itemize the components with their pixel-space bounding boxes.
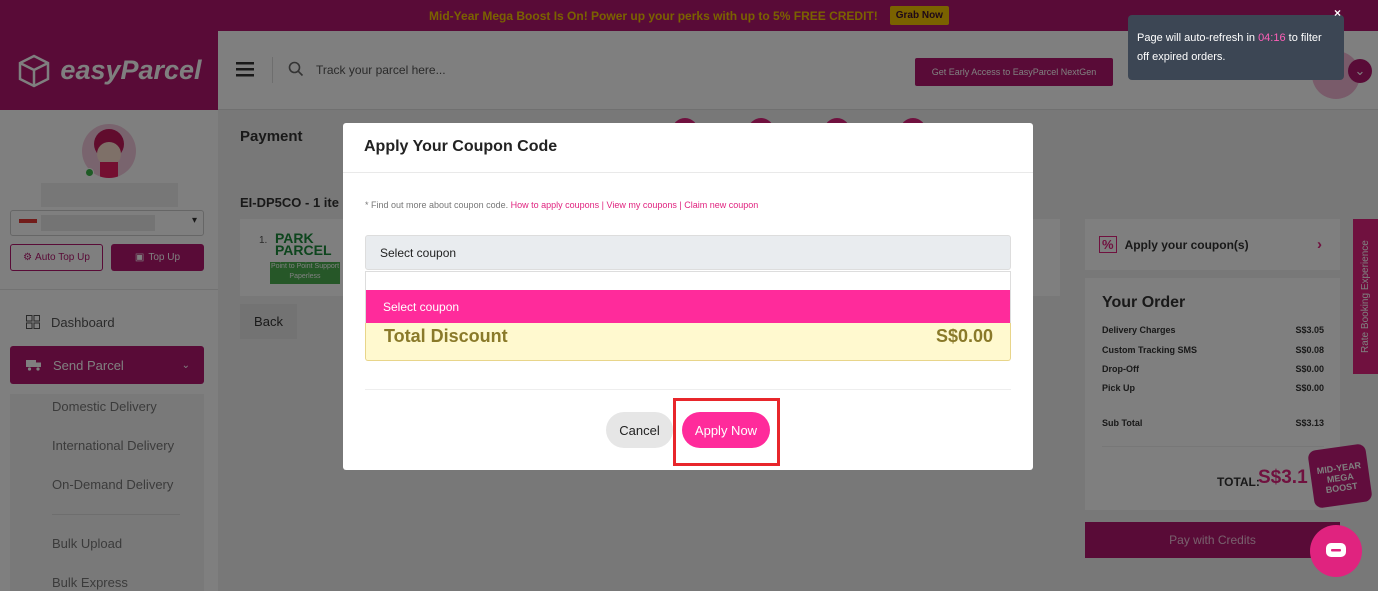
- modal-header: Apply Your Coupon Code: [343, 123, 1033, 173]
- coupon-modal: Apply Your Coupon Code * Find out more a…: [343, 123, 1033, 470]
- coupon-dropdown: Select coupon: [365, 271, 1011, 323]
- highlight-box: [673, 398, 780, 466]
- claim-new-coupon-link[interactable]: Claim new coupon: [684, 200, 758, 210]
- how-to-apply-coupons-link[interactable]: How to apply coupons: [511, 200, 600, 210]
- dropdown-option-select-coupon[interactable]: Select coupon: [366, 290, 1010, 323]
- chat-button[interactable]: [1310, 525, 1362, 577]
- chat-icon: [1326, 543, 1346, 557]
- total-discount-value: S$0.00: [935, 326, 993, 346]
- total-discount-label: Total Discount: [384, 326, 508, 346]
- coupon-select[interactable]: Select coupon: [365, 235, 1011, 270]
- link-separator: |: [599, 200, 607, 210]
- close-icon[interactable]: ×: [1334, 6, 1341, 20]
- toast-text: Page will auto-refresh in: [1137, 32, 1259, 44]
- note-text: * Find out more about coupon code.: [365, 200, 511, 210]
- coupon-help-note: * Find out more about coupon code. How t…: [365, 200, 758, 210]
- toast-countdown: 04:16: [1258, 32, 1286, 44]
- divider: [365, 389, 1011, 390]
- view-my-coupons-link[interactable]: View my coupons: [607, 200, 677, 210]
- cancel-button[interactable]: Cancel: [606, 412, 673, 448]
- total-discount-box: Total Discount S$0.00: [365, 323, 1011, 361]
- auto-refresh-toast: Page will auto-refresh in 04:16 to filte…: [1128, 15, 1344, 80]
- modal-title: Apply Your Coupon Code: [364, 138, 558, 155]
